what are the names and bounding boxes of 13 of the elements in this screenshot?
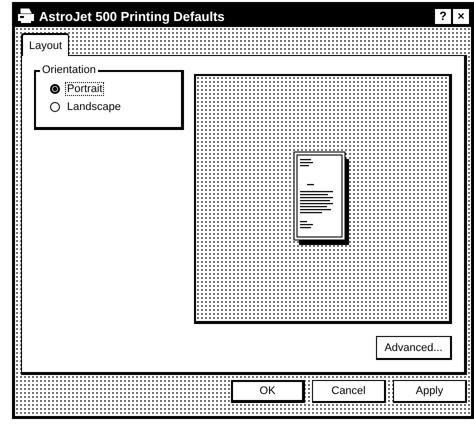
ok-button[interactable]: OK bbox=[231, 380, 305, 403]
cancel-button[interactable]: Cancel bbox=[312, 380, 386, 403]
radio-button[interactable] bbox=[50, 84, 60, 94]
advanced-button[interactable]: Advanced... bbox=[376, 336, 452, 360]
help-button[interactable]: ? bbox=[435, 8, 451, 24]
radio-label[interactable]: Portrait bbox=[65, 82, 104, 96]
window-title: AstroJet 500 Printing Defaults bbox=[39, 8, 226, 24]
tab[interactable]: Layout bbox=[21, 33, 70, 56]
radio-button[interactable] bbox=[50, 102, 60, 112]
apply-button[interactable]: Apply bbox=[393, 380, 467, 403]
close-button[interactable]: × bbox=[453, 8, 469, 24]
radio-label[interactable]: Landscape bbox=[65, 100, 123, 114]
group-label: Orientation bbox=[40, 64, 98, 76]
